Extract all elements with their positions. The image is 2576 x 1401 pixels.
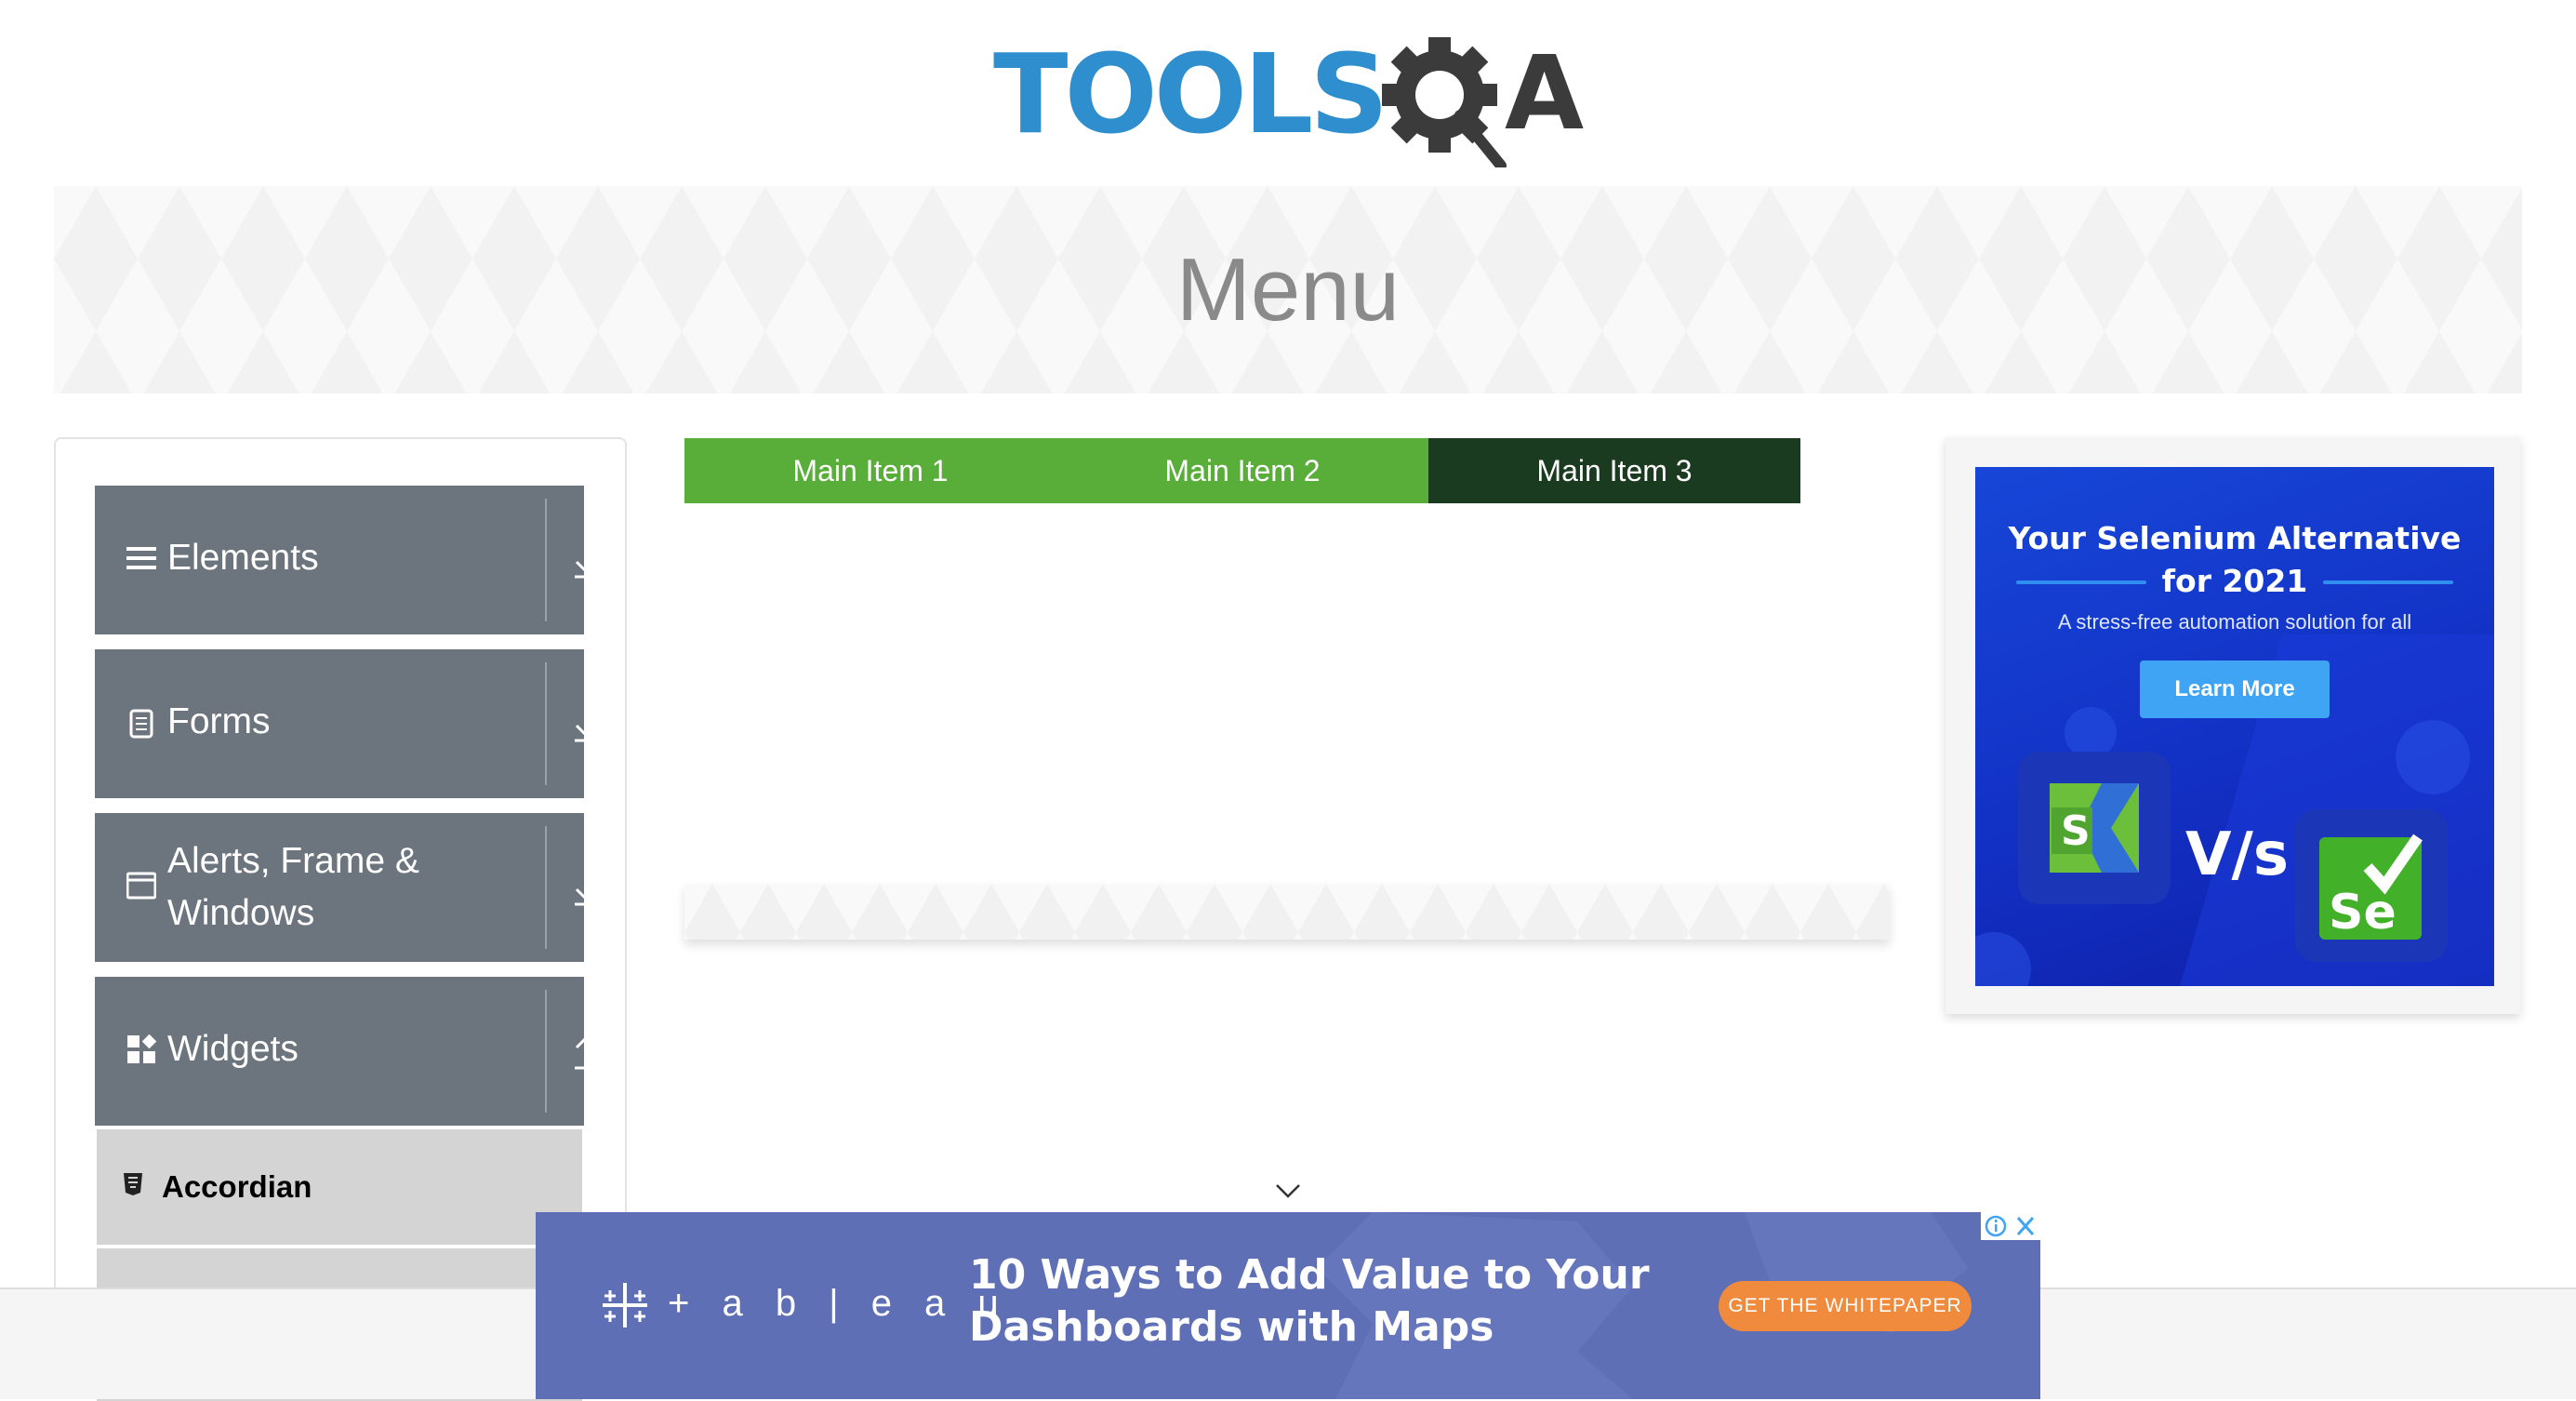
sidebar-item-label: Accordian — [162, 1169, 312, 1204]
ad-headline-line1: 10 Ways to Add Value to Your — [969, 1251, 1650, 1299]
divider — [545, 990, 547, 1113]
ad-subtext: A stress-free automation solution for al… — [2057, 610, 2412, 634]
page-title: Menu — [1175, 239, 1401, 340]
tableau-brand: + a b | e a u — [668, 1283, 1010, 1324]
ad-rule-right — [2323, 580, 2453, 584]
upload-icon[interactable] — [560, 977, 612, 1126]
ad-rule-left — [2016, 580, 2146, 584]
menu-item-main-item-2[interactable]: Main Item 2 — [1056, 438, 1428, 503]
selenium-logo-icon: Se — [2295, 809, 2448, 962]
logo-text: TOOLS — [993, 30, 1388, 158]
html5-icon — [124, 1173, 142, 1195]
chevron-down-icon[interactable] — [1274, 1181, 1302, 1200]
divider — [545, 826, 547, 949]
sidebar-group-label: Elements — [167, 538, 319, 578]
logo-left-letter: S — [2061, 807, 2091, 855]
get-whitepaper-button[interactable]: GET THE WHITEPAPER — [1719, 1281, 1972, 1331]
sidebar-group-widgets[interactable]: Widgets — [95, 977, 597, 1126]
hamburger-icon — [126, 547, 156, 569]
download-icon[interactable] — [560, 486, 612, 634]
learn-more-button[interactable]: Learn More — [2140, 660, 2330, 718]
adchoices-icon[interactable] — [1981, 1212, 2040, 1240]
logo-right-letters: Se — [2329, 885, 2397, 941]
widgets-icon — [127, 1034, 156, 1063]
sidebar-item-accordian[interactable]: Accordian — [97, 1129, 582, 1245]
tableau-plus-icon — [603, 1283, 647, 1328]
divider — [545, 499, 547, 621]
divider — [545, 662, 547, 785]
ad-headline-line1: Your Selenium Alternative — [2008, 520, 2462, 556]
sidebar-group-label-line2: Windows — [167, 893, 315, 933]
main-menu: Main Item 1 Main Item 2 Main Item 3 — [684, 438, 1800, 503]
ad-headline-line2: Dashboards with Maps — [969, 1303, 1494, 1351]
versus-text: V/s — [2185, 821, 2289, 889]
page-banner: Menu — [54, 186, 2522, 394]
toolsqa-logo[interactable]: TOOLS A — [993, 28, 1598, 167]
sidebar-group-label: Forms — [167, 701, 271, 741]
decorative-strip — [684, 884, 1890, 940]
sidebar-group-label: Widgets — [167, 1029, 299, 1069]
gear-magnifier-icon: A — [1382, 33, 1584, 167]
testproject-logo-icon: S — [2018, 752, 2171, 904]
window-icon — [126, 872, 156, 900]
sidebar-group-elements[interactable]: Elements — [95, 486, 597, 634]
selenium-alternative-ad[interactable]: Your Selenium Alternative for 2021 A str… — [1975, 467, 2494, 986]
sidebar-group-label-line1: Alerts, Frame & — [167, 841, 419, 881]
document-icon — [129, 709, 153, 739]
download-icon[interactable] — [560, 649, 612, 798]
tableau-ad[interactable]: + a b | e a u 10 Ways to Add Value to Yo… — [536, 1212, 2040, 1399]
menu-item-main-item-1[interactable]: Main Item 1 — [684, 438, 1056, 503]
download-icon[interactable] — [560, 813, 612, 962]
menu-item-main-item-3[interactable]: Main Item 3 — [1428, 438, 1800, 503]
sidebar-group-alerts-frame-windows[interactable]: Alerts, Frame & Windows — [95, 813, 597, 962]
sidebar-group-forms[interactable]: Forms — [95, 649, 597, 798]
logo-suffix: A — [1505, 33, 1584, 153]
